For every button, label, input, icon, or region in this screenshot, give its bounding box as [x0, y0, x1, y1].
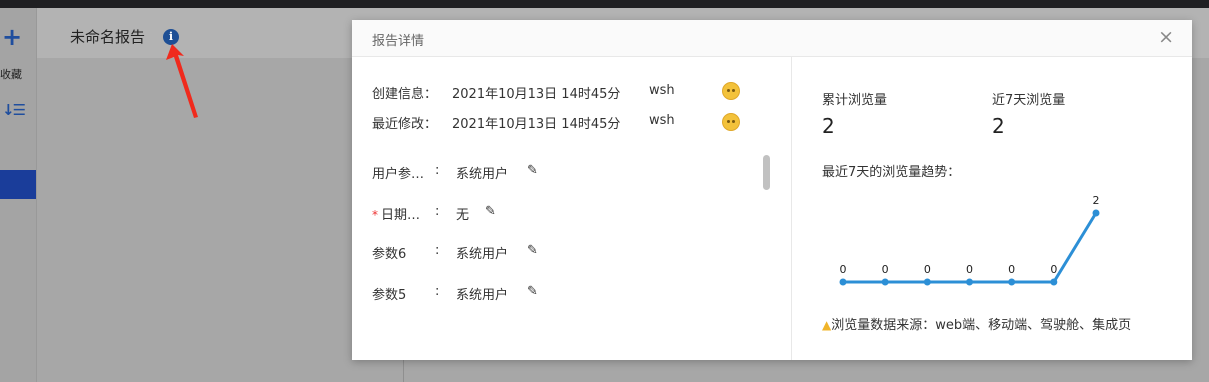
modal-header: 报告详情 ×: [352, 20, 1192, 57]
data-label: 2: [1093, 194, 1100, 207]
avatar: [722, 82, 740, 100]
data-label: 0: [882, 263, 889, 276]
param-label-text: 日期…: [381, 208, 421, 223]
param-colon: :: [435, 243, 440, 258]
trend-point[interactable]: [966, 278, 973, 286]
week-views-value: 2: [992, 114, 1005, 138]
edit-icon[interactable]: ✎: [485, 204, 496, 219]
data-label: 0: [1050, 263, 1057, 276]
data-label: 0: [924, 263, 931, 276]
edit-icon[interactable]: ✎: [527, 284, 538, 299]
trend-chart: 0 0 0 0 0 0 2: [839, 194, 1100, 286]
trend-label: 最近7天的浏览量趋势：: [822, 165, 961, 180]
info-icon[interactable]: i: [163, 29, 179, 45]
param-label: 参数6: [372, 247, 407, 262]
close-button[interactable]: ×: [1158, 27, 1174, 47]
modified-label: 最近修改：: [372, 117, 438, 132]
warning-icon: ▲: [822, 318, 832, 332]
modified-user: wsh: [649, 113, 675, 128]
param-value: 系统用户: [456, 167, 509, 182]
param-value: 无: [456, 208, 470, 223]
data-label: 0: [966, 263, 973, 276]
param-value: 系统用户: [456, 247, 509, 262]
trend-point[interactable]: [839, 278, 847, 286]
add-icon[interactable]: +: [2, 25, 22, 49]
modal-title: 报告详情: [372, 34, 425, 49]
trend-point[interactable]: [1008, 278, 1016, 286]
param-colon: :: [435, 163, 440, 178]
scrollbar[interactable]: [763, 155, 770, 190]
created-time: 2021年10月13日 14时45分: [452, 87, 621, 102]
collect-label[interactable]: 收藏: [0, 66, 22, 82]
param-colon: :: [435, 284, 440, 299]
param-colon: :: [435, 204, 440, 219]
modified-time: 2021年10月13日 14时45分: [452, 117, 621, 132]
param-value: 系统用户: [456, 288, 509, 303]
param-label: 参数5: [372, 288, 407, 303]
report-detail-modal: 报告详情 × 创建信息： 2021年10月13日 14时45分 wsh 最近修改…: [352, 20, 1192, 360]
modal-divider: [791, 57, 792, 360]
trend-point[interactable]: [881, 278, 889, 286]
avatar: [722, 113, 740, 131]
edit-icon[interactable]: ✎: [527, 163, 538, 178]
sort-icon[interactable]: ↓☰: [2, 101, 26, 119]
required-mark: *: [372, 208, 378, 222]
param-label: 用户参…: [372, 167, 425, 182]
param-label: * 日期…: [372, 204, 420, 223]
created-user: wsh: [649, 83, 675, 98]
created-label: 创建信息：: [372, 87, 438, 102]
trend-point[interactable]: [923, 278, 931, 286]
sidebar-active-item[interactable]: [0, 170, 36, 199]
source-text: 浏览量数据来源：web端、移动端、驾驶舱、集成页: [831, 318, 1132, 333]
week-views-label: 近7天浏览量: [992, 93, 1066, 108]
source-note: ▲浏览量数据来源：web端、移动端、驾驶舱、集成页: [822, 314, 1131, 333]
data-label: 0: [1008, 263, 1015, 276]
total-views-label: 累计浏览量: [822, 93, 888, 108]
trend-point[interactable]: [1092, 209, 1100, 217]
trend-point[interactable]: [1050, 278, 1058, 286]
top-bar: [0, 0, 1209, 8]
report-title: 未命名报告: [70, 28, 146, 46]
red-arrow-annotation: [166, 44, 198, 118]
data-label: 0: [840, 263, 847, 276]
total-views-value: 2: [822, 114, 835, 138]
edit-icon[interactable]: ✎: [527, 243, 538, 258]
